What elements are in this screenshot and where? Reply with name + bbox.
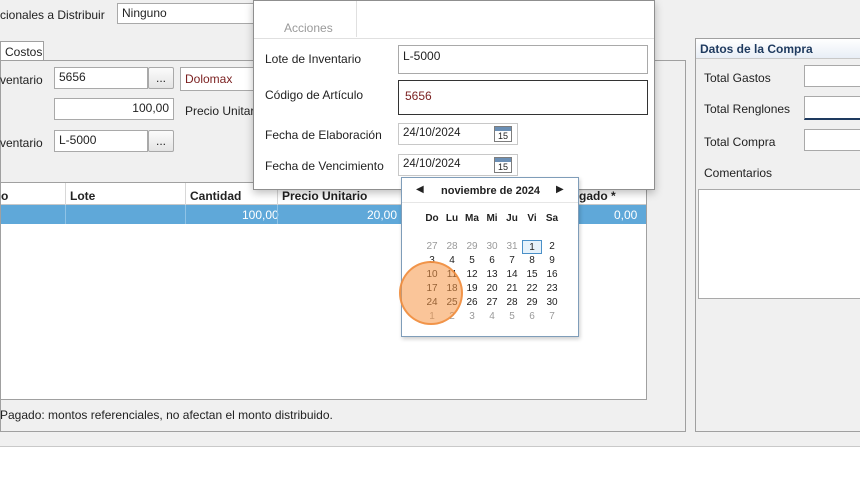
calendar-icon[interactable]: 15 [494, 126, 512, 142]
distrib-label: cionales a Distribuir [0, 8, 105, 22]
comentarios-label: Comentarios [704, 166, 773, 180]
calendar-day[interactable]: 26 [462, 296, 482, 310]
fecha-elaboracion-label: Fecha de Elaboración [265, 128, 382, 142]
dolomax-field: Dolomax [180, 67, 260, 91]
calendar-day[interactable]: 4 [482, 310, 502, 324]
row-precio: 20,00 [367, 208, 398, 222]
inventario-input[interactable]: 5656 [54, 67, 148, 89]
calendar-day[interactable]: 27 [422, 240, 442, 254]
calendar-day[interactable]: 23 [542, 282, 562, 296]
grid-divider [277, 205, 278, 224]
fecha-elaboracion-value: 24/10/2024 [403, 127, 461, 139]
calendar-day[interactable]: 16 [542, 268, 562, 282]
calendar-icon[interactable]: 15 [494, 157, 512, 173]
calendar-day[interactable]: 6 [522, 310, 542, 324]
next-month-icon[interactable]: ▶ [556, 184, 564, 195]
weekday: Ju [506, 213, 518, 224]
calendar-day[interactable]: 28 [442, 240, 462, 254]
lote-inventario-label: Lote de Inventario [265, 52, 362, 66]
tab-costos-label: Costos [5, 45, 43, 59]
click-indicator [399, 261, 463, 325]
weekday: Vi [527, 213, 537, 224]
total-renglones-field [804, 96, 860, 120]
grid-header-col-0: o [1, 189, 9, 203]
calendar-day[interactable]: 5 [502, 310, 522, 324]
calendar-divider [402, 202, 578, 203]
weekday: Mi [486, 213, 498, 224]
calendar-day[interactable]: 6 [482, 254, 502, 268]
total-gastos-field [804, 65, 860, 87]
row-pagado: 0,00 [614, 208, 638, 222]
weekday: Lu [445, 213, 459, 224]
distrib-select[interactable]: Ninguno [117, 3, 257, 24]
codigo-articulo-input[interactable]: 5656 [398, 80, 648, 115]
datos-compra-panel: Datos de la Compra Total Gastos Total Re… [695, 38, 860, 432]
lote-inventario-input[interactable]: L-5000 [398, 45, 648, 74]
total-renglones-label: Total Renglones [704, 102, 791, 116]
total-compra-label: Total Compra [704, 135, 776, 149]
calendar-day[interactable]: 13 [482, 268, 502, 282]
calendar-day[interactable]: 3 [462, 310, 482, 324]
calendar-day[interactable]: 20 [482, 282, 502, 296]
calendar-day[interactable]: 30 [542, 296, 562, 310]
row-cantidad: 100,00 [242, 208, 279, 222]
grid-header-lote: Lote [70, 189, 96, 203]
toolbar-divider [356, 1, 357, 37]
calendar-day[interactable]: 30 [482, 240, 502, 254]
total-gastos-label: Total Gastos [704, 71, 771, 85]
calendar-day[interactable]: 2 [542, 240, 562, 254]
calendar-day[interactable]: 7 [502, 254, 522, 268]
grid-header-precio-unitario: Precio Unitario [282, 189, 368, 203]
calendar-day[interactable]: 28 [502, 296, 522, 310]
calendar-day[interactable]: 5 [462, 254, 482, 268]
calendar-day[interactable]: 19 [462, 282, 482, 296]
calendar-day[interactable]: 31 [502, 240, 522, 254]
calendar-day[interactable]: 27 [482, 296, 502, 310]
calendar-day[interactable]: 21 [502, 282, 522, 296]
calendar-day[interactable]: 14 [502, 268, 522, 282]
comentarios-textarea[interactable] [698, 189, 860, 299]
browse-lote-button[interactable]: ... [148, 130, 174, 152]
weekday: Ma [465, 213, 479, 224]
weekday: Do [425, 213, 439, 224]
cantidad-input[interactable]: 100,00 [54, 98, 174, 120]
total-compra-field [804, 129, 860, 151]
grid-divider [65, 183, 66, 205]
fecha-vencimiento-label: Fecha de Vencimiento [265, 159, 384, 173]
grid-header-cantidad: Cantidad [190, 189, 242, 203]
calendar-day[interactable]: 9 [542, 254, 562, 268]
datos-compra-title: Datos de la Compra [696, 39, 860, 59]
browse-inventario-button[interactable]: ... [148, 67, 174, 89]
acciones-label: Acciones [284, 21, 333, 35]
inventario-label: ventario [0, 73, 43, 87]
dialog-toolbar: Acciones [254, 1, 654, 39]
lote-input[interactable]: L-5000 [54, 130, 148, 152]
footer-note: Pagado: montos referenciales, no afectan… [0, 408, 333, 422]
lote-label: ventario [0, 136, 43, 150]
tab-costos[interactable]: Costos [0, 41, 44, 61]
precio-unitario-label: Precio Unitar [185, 104, 255, 118]
codigo-articulo-label: Código de Artículo [265, 88, 364, 102]
calendar-day[interactable]: 15 [522, 268, 542, 282]
prev-month-icon[interactable]: ◀ [416, 184, 424, 195]
calendar-day[interactable]: 12 [462, 268, 482, 282]
calendar-day[interactable]: 1 [522, 240, 542, 254]
weekday: Sa [545, 213, 559, 224]
calendar-day[interactable]: 29 [522, 296, 542, 310]
grid-divider [185, 205, 186, 224]
calendar-day[interactable]: 22 [522, 282, 542, 296]
calendar-day[interactable]: 7 [542, 310, 562, 324]
fecha-vencimiento-value: 24/10/2024 [403, 158, 461, 170]
grid-header-pagado: gado * [579, 189, 616, 203]
grid-divider [65, 205, 66, 224]
calendar-month-label[interactable]: noviembre de 2024 [441, 185, 540, 197]
lote-dialog: Acciones Lote de Inventario L-5000 Códig… [253, 0, 655, 190]
calendar-day[interactable]: 8 [522, 254, 542, 268]
calendar-day[interactable]: 29 [462, 240, 482, 254]
grid-divider [185, 183, 186, 205]
